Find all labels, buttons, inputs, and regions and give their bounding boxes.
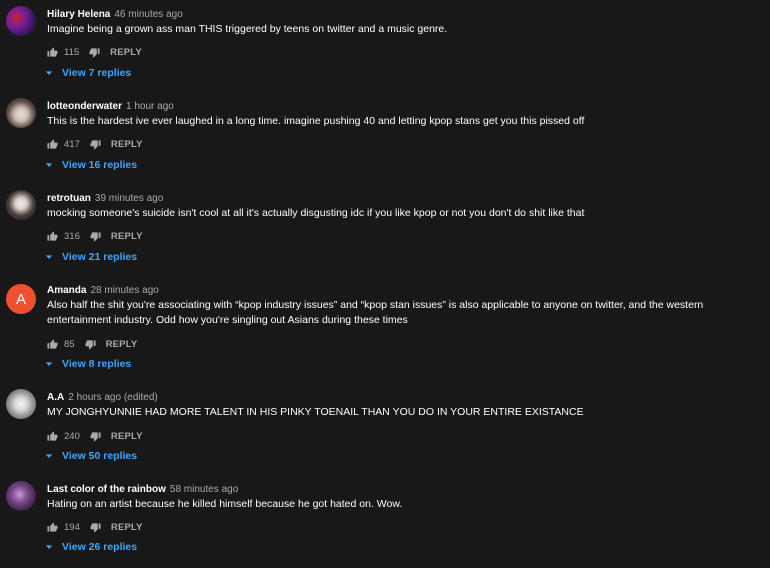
dislike-icon[interactable] — [90, 431, 101, 442]
comment-time[interactable]: 28 minutes ago — [90, 285, 158, 296]
chevron-down-icon — [45, 454, 53, 458]
like-count: 115 — [64, 46, 80, 58]
view-replies-button[interactable]: View 21 replies — [45, 251, 137, 263]
view-replies-label: View 8 replies — [62, 358, 132, 370]
chevron-down-icon — [45, 545, 53, 549]
avatar[interactable]: A — [6, 284, 36, 314]
avatar[interactable] — [6, 98, 36, 128]
reply-button[interactable]: REPLY — [111, 522, 143, 533]
reply-button[interactable]: REPLY — [111, 231, 143, 242]
view-replies-button[interactable]: View 16 replies — [45, 159, 137, 171]
comment-author[interactable]: retrotuan — [47, 193, 91, 204]
comment-time[interactable]: 2 hours ago (edited) — [68, 392, 158, 403]
avatar-letter: A — [15, 290, 26, 308]
like-count: 240 — [64, 430, 80, 442]
like-icon[interactable] — [47, 430, 58, 442]
reply-button[interactable]: REPLY — [110, 47, 142, 58]
chevron-down-icon — [45, 255, 53, 259]
chevron-down-icon — [45, 163, 53, 167]
dislike-icon[interactable] — [89, 47, 100, 58]
comment-text: mocking someone's suicide isn't cool at … — [47, 207, 585, 219]
comment-author[interactable]: Last color of the rainbow — [47, 484, 166, 495]
like-icon[interactable] — [47, 338, 58, 350]
reply-button[interactable]: REPLY — [106, 339, 138, 350]
avatar[interactable] — [6, 481, 36, 511]
view-replies-label: View 16 replies — [62, 159, 138, 171]
like-icon[interactable] — [47, 230, 58, 242]
reply-button[interactable]: REPLY — [111, 431, 143, 442]
view-replies-button[interactable]: View 8 replies — [45, 358, 131, 370]
like-count: 194 — [64, 521, 80, 533]
dislike-icon[interactable] — [90, 231, 101, 242]
comment-time[interactable]: 46 minutes ago — [114, 9, 182, 20]
comment-text: Also half the shit you're associating wi… — [47, 299, 704, 326]
like-count: 85 — [64, 338, 75, 350]
avatar[interactable] — [6, 6, 36, 36]
like-icon[interactable] — [47, 46, 58, 58]
chevron-down-icon — [45, 71, 53, 75]
view-replies-label: View 50 replies — [62, 450, 138, 462]
like-count: 316 — [64, 230, 80, 242]
comment-author[interactable]: A.A — [47, 392, 64, 403]
comment-time[interactable]: 1 hour ago — [126, 101, 174, 112]
comment-text: Hating on an artist because he killed hi… — [47, 498, 403, 510]
comment-author[interactable]: Hilary Helena — [47, 9, 110, 20]
view-replies-button[interactable]: View 7 replies — [45, 67, 131, 79]
dislike-icon[interactable] — [85, 339, 96, 350]
like-count: 417 — [64, 138, 80, 150]
comment-text: MY JONGHYUNNIE HAD MORE TALENT IN HIS PI… — [47, 406, 584, 418]
view-replies-button[interactable]: View 26 replies — [45, 541, 137, 553]
like-icon[interactable] — [47, 521, 58, 533]
comment-time[interactable]: 39 minutes ago — [95, 193, 163, 204]
dislike-icon[interactable] — [90, 522, 101, 533]
avatar[interactable] — [6, 389, 36, 419]
comment-text: Imagine being a grown ass man THIS trigg… — [47, 23, 448, 35]
avatar[interactable] — [6, 190, 36, 220]
like-icon[interactable] — [47, 138, 58, 150]
dislike-icon[interactable] — [90, 139, 101, 150]
comment-author[interactable]: lotteonderwater — [47, 101, 122, 112]
reply-button[interactable]: REPLY — [111, 139, 143, 150]
comment-author[interactable]: Amanda — [47, 285, 86, 296]
view-replies-label: View 26 replies — [62, 541, 138, 553]
comment-time[interactable]: 58 minutes ago — [170, 484, 238, 495]
view-replies-label: View 7 replies — [62, 67, 132, 79]
chevron-down-icon — [45, 362, 53, 366]
comment-text: This is the hardest ive ever laughed in … — [47, 115, 585, 127]
view-replies-button[interactable]: View 50 replies — [45, 450, 137, 462]
view-replies-label: View 21 replies — [62, 251, 138, 263]
